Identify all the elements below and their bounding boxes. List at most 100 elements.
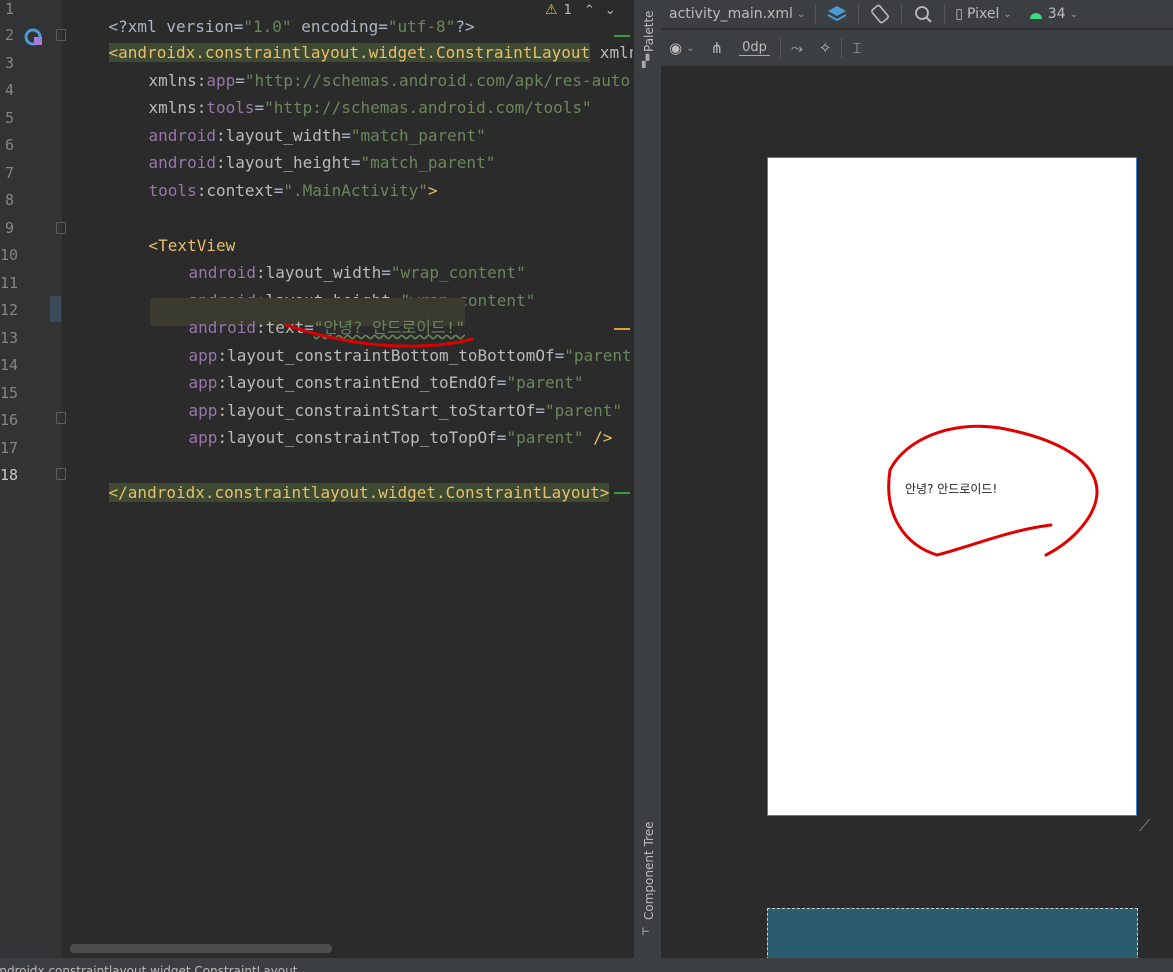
file-tab[interactable]: activity_main.xml ⌄ — [661, 0, 813, 28]
line-number: 1 — [4, 0, 14, 18]
code-line-16[interactable]: app:layout_constraintTop_toTopOf="parent… — [150, 411, 613, 447]
code-line-11[interactable]: android:layout_height="wrap_content" — [150, 274, 536, 310]
guideline-icon: ⌶ — [852, 39, 862, 57]
code-line-14[interactable]: app:layout_constraintEnd_toEndOf="parent… — [150, 356, 584, 392]
toolbar-divider — [841, 38, 843, 58]
attr-name: :context — [196, 181, 274, 200]
chevron-down-icon: ⌄ — [796, 8, 806, 20]
line-number: 10 — [0, 246, 19, 264]
code-line-12[interactable]: android:text="안녕? 안드로이드!" — [150, 298, 465, 337]
chevron-down-icon: ⌄ — [686, 42, 695, 54]
line-number: 17 — [0, 439, 19, 457]
change-stripe[interactable] — [614, 492, 630, 494]
code-line-15[interactable]: app:layout_constraintStart_toStartOf="pa… — [150, 384, 623, 420]
code-line-3[interactable]: xmlns:app="http://schemas.android.com/ap… — [110, 54, 633, 90]
line-number: 11 — [0, 274, 19, 292]
code-line-9[interactable]: <TextView — [110, 219, 236, 255]
code-line-10[interactable]: android:layout_width="wrap_content" — [150, 246, 526, 282]
attr-name: :layout_constraintTop_toTopOf — [217, 428, 497, 447]
previous-highlight-icon[interactable]: ⌃ — [584, 3, 595, 18]
constraint-toolbar: ◉ ⌄ ⋔ 0dp ⤳ ✧ ⌶ — [661, 29, 1173, 66]
code-line-5[interactable]: android:layout_width="match_parent" — [110, 109, 486, 145]
fold-marker[interactable] — [56, 412, 66, 424]
attr-ns: app — [188, 428, 218, 447]
code-line-4[interactable]: xmlns:tools="http://schemas.android.com/… — [110, 81, 592, 117]
line-number: 3 — [4, 54, 14, 72]
warning-stripe[interactable] — [614, 328, 630, 330]
eye-icon: ◉ — [669, 39, 683, 57]
device-selector[interactable]: ▯ Pixel ⌄ — [947, 0, 1020, 28]
toolbar-divider — [779, 38, 781, 58]
current-line-marker — [50, 296, 61, 322]
warning-icon: ⚠ — [545, 2, 558, 18]
component-tree-icon[interactable]: ⊢ — [642, 924, 649, 938]
status-breadcrumb[interactable]: androidx.constraintlayout.widget.Constra… — [0, 964, 297, 972]
fold-marker[interactable] — [56, 222, 66, 234]
toolbar-divider — [858, 4, 860, 24]
line-number: 6 — [4, 136, 14, 154]
inspection-widget[interactable]: ⚠ 1 ⌃ ⌄ — [543, 0, 616, 20]
line-number: 13 — [0, 329, 19, 347]
zoom-theme-icon — [915, 6, 932, 23]
clear-constraints-button[interactable]: ⤳ — [783, 30, 811, 66]
device-label: Pixel — [966, 6, 1000, 22]
phone-icon: ▯ — [955, 6, 963, 22]
android-icon — [1029, 13, 1042, 19]
component-tree-tab[interactable]: Component Tree — [642, 822, 656, 920]
chevron-down-icon: ⌄ — [1003, 8, 1012, 20]
code-line-7[interactable]: tools:context=".MainActivity"> — [110, 164, 438, 200]
orientation-button[interactable] — [861, 0, 899, 28]
line-number: 4 — [4, 81, 14, 99]
view-options-button[interactable]: ◉ ⌄ — [661, 30, 702, 66]
line-number: 15 — [0, 384, 19, 402]
fold-marker[interactable] — [56, 468, 66, 480]
toolbar-divider — [944, 4, 946, 24]
default-margin-button[interactable]: 0dp — [731, 30, 778, 66]
layout-designer: activity_main.xml ⌄ ▯ Pixel ⌄ 34 ⌄ ◉ ⌄ ⋔… — [661, 0, 1173, 970]
code-line-1[interactable]: <?xml version="1.0" encoding="utf-8"?> — [70, 0, 475, 36]
magnet-off-icon: ⋔ — [710, 39, 724, 57]
attr-value: "parent" — [506, 428, 584, 447]
palette-icon[interactable]: ▞ — [642, 54, 649, 68]
layers-icon — [827, 6, 847, 22]
attr-value: ".MainActivity" — [283, 181, 428, 200]
api-level-selector[interactable]: 34 ⌄ — [1020, 0, 1086, 28]
designer-toolbar: activity_main.xml ⌄ ▯ Pixel ⌄ 34 ⌄ — [661, 0, 1173, 28]
next-highlight-icon[interactable]: ⌄ — [605, 3, 616, 18]
line-number: 2 — [4, 26, 14, 44]
toolbar-divider — [815, 4, 817, 24]
design-surface-button[interactable] — [818, 0, 856, 28]
device-preview[interactable]: 안녕? 안드로이드! — [767, 157, 1137, 816]
root-close-tag: </androidx.constraintlayout.widget.Const… — [108, 483, 610, 502]
chevron-down-icon: ⌄ — [1069, 8, 1078, 20]
palette-tab[interactable]: Palette — [642, 10, 656, 52]
attr-eq: = — [273, 181, 284, 200]
attr-ns: tools — [148, 181, 197, 200]
fold-marker[interactable] — [56, 29, 66, 41]
warning-count: 1 — [563, 2, 572, 18]
night-mode-button[interactable] — [904, 0, 942, 28]
clear-constraints-icon: ⤳ — [790, 39, 803, 57]
change-stripe[interactable] — [614, 35, 630, 37]
code-editor[interactable]: <?xml version="1.0" encoding="utf-8"?> <… — [0, 0, 633, 958]
line-number: 7 — [4, 164, 14, 182]
toolbar-divider — [901, 4, 903, 24]
design-canvas[interactable]: 안녕? 안드로이드! ⟋ — [661, 66, 1173, 970]
autoconnect-button[interactable]: ⋔ — [702, 30, 731, 66]
guidelines-button[interactable]: ⌶ — [844, 30, 869, 66]
resize-handle-icon[interactable]: ⟋ — [1139, 816, 1150, 836]
class-gutter-icon[interactable] — [24, 28, 44, 48]
infer-constraints-button[interactable]: ✧ — [811, 30, 840, 66]
magic-wand-icon: ✧ — [818, 39, 832, 57]
code-line-2[interactable]: <androidx.constraintlayout.widget.Constr… — [70, 26, 633, 62]
code-line-13[interactable]: app:layout_constraintBottom_toBottomOf="… — [150, 329, 633, 365]
line-number: 18 — [0, 466, 19, 484]
line-number: 9 — [4, 219, 14, 237]
code-line-18[interactable]: </androidx.constraintlayout.widget.Const… — [70, 463, 610, 502]
preview-textview[interactable]: 안녕? 안드로이드! — [905, 480, 997, 497]
line-number: 14 — [0, 356, 19, 374]
design-tool-strip: Palette ▞ Component Tree ⊢ — [633, 0, 662, 958]
horizontal-scrollbar[interactable] — [70, 944, 332, 953]
code-line-6[interactable]: android:layout_height="match_parent" — [110, 136, 496, 172]
rotate-icon — [871, 4, 890, 24]
